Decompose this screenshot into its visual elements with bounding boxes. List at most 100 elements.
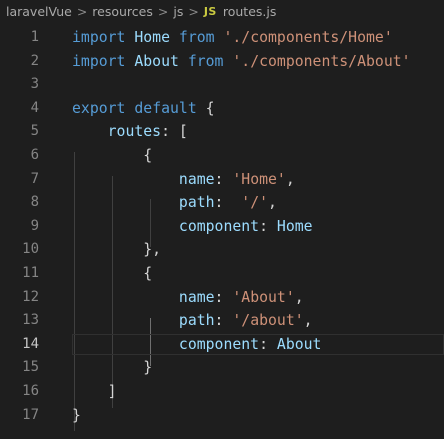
code-token: import: [72, 29, 126, 46]
code-token: {: [196, 99, 215, 117]
code-token: './components/About': [232, 52, 411, 70]
code-line[interactable]: 7 name: 'Home',: [0, 168, 444, 192]
code-token: path: [178, 312, 215, 330]
code-token: },: [72, 241, 162, 259]
chevron-right-icon: >: [157, 3, 169, 19]
code-line[interactable]: 11 {: [0, 262, 444, 286]
line-number: 10: [22, 241, 39, 258]
code-line[interactable]: 1 import Home from './components/Home': [0, 26, 444, 50]
code-line[interactable]: 6 {: [0, 144, 444, 168]
breadcrumb-item-file[interactable]: routes.js: [223, 4, 277, 19]
chevron-right-icon: >: [188, 3, 199, 19]
code-token: :: [259, 335, 277, 353]
code-line[interactable]: 10 },: [0, 238, 444, 262]
code-line-text[interactable]: },: [72, 238, 161, 262]
code-token: '/about': [232, 312, 304, 330]
code-line[interactable]: 16 ]: [0, 380, 444, 404]
code-line[interactable]: 3: [0, 73, 444, 97]
line-number: 12: [22, 288, 39, 305]
code-line-text[interactable]: name: 'Home',: [72, 168, 295, 192]
code-line[interactable]: 4 export default {: [0, 97, 444, 121]
breadcrumb-item-resources[interactable]: resources: [92, 4, 153, 19]
code-token: :: [214, 288, 233, 306]
code-token: {: [72, 264, 153, 282]
code-line-text[interactable]: {: [72, 262, 152, 286]
chevron-right-icon: >: [76, 3, 88, 19]
code-token: import: [72, 52, 126, 70]
line-number: 13: [22, 312, 39, 329]
line-number: 9: [30, 217, 39, 234]
line-number: 17: [22, 406, 39, 423]
code-token: :: [214, 312, 233, 330]
code-line-text[interactable]: routes: [: [72, 120, 188, 144]
code-line[interactable]: 5 routes: [: [0, 120, 444, 144]
code-line-text[interactable]: import Home from './components/Home': [72, 26, 393, 50]
line-number: 1: [30, 29, 39, 45]
code-line-text[interactable]: component: Home: [72, 215, 313, 239]
code-token: Home: [125, 29, 179, 46]
line-number: 7: [30, 170, 39, 187]
code-line-text[interactable]: import About from './components/About': [72, 50, 411, 74]
code-token: component: [178, 217, 260, 235]
breadcrumb-item-laravelvue[interactable]: laravelVue: [6, 4, 72, 19]
code-token: ]: [72, 382, 117, 400]
code-line-text[interactable]: }: [72, 356, 152, 380]
code-line-text[interactable]: component: About: [72, 333, 322, 357]
code-line-text[interactable]: name: 'About',: [72, 286, 304, 310]
code-line[interactable]: 9 component: Home: [0, 215, 444, 239]
breadcrumb-item-js[interactable]: js: [173, 4, 183, 19]
code-editor[interactable]: laravelVue > resources > js > JS routes.…: [0, 0, 444, 439]
code-line[interactable]: 15 }: [0, 356, 444, 380]
code-line[interactable]: 12 name: 'About',: [0, 286, 444, 310]
line-number: 15: [22, 359, 39, 376]
code-token: About: [125, 52, 188, 70]
code-line-text[interactable]: path: '/',: [72, 191, 277, 215]
code-token: component: [178, 335, 260, 353]
code-line-text[interactable]: ]: [72, 380, 117, 404]
code-line-text[interactable]: path: '/about',: [72, 309, 313, 333]
code-line[interactable]: 2 import About from './components/About': [0, 50, 444, 74]
code-area[interactable]: 1 import Home from './components/Home' 2 im…: [0, 26, 444, 431]
code-token: '/': [241, 194, 269, 212]
javascript-file-icon: JS: [203, 4, 217, 18]
code-token: ,: [268, 194, 277, 212]
line-number: 16: [22, 382, 39, 399]
breadcrumb: laravelVue > resources > js > JS routes.…: [0, 0, 444, 22]
code-line[interactable]: 13 path: '/about',: [0, 309, 444, 333]
code-token: About: [276, 335, 322, 353]
code-line[interactable]: 17}: [0, 404, 444, 428]
code-token: :: [214, 194, 242, 212]
code-token: }: [72, 359, 153, 377]
line-number: 14: [22, 335, 39, 352]
code-line[interactable]: 14 component: About: [0, 333, 444, 357]
line-number: 11: [22, 264, 39, 281]
line-number: 6: [30, 146, 39, 163]
line-number: 4: [30, 99, 39, 116]
code-token: ,: [294, 288, 304, 306]
code-line-text[interactable]: export default {: [72, 97, 215, 121]
code-token: name: [178, 288, 215, 306]
code-token: : [: [161, 123, 188, 141]
code-line-text[interactable]: }: [72, 404, 81, 428]
code-line[interactable]: 8 path: '/',: [0, 191, 444, 215]
code-token: 'Home': [232, 170, 286, 188]
code-token: './components/Home': [223, 29, 393, 46]
code-token: :: [214, 170, 233, 188]
code-token: default: [134, 99, 197, 117]
line-number: 8: [30, 194, 39, 211]
line-number: 3: [30, 76, 39, 93]
code-token: 'About': [232, 288, 295, 306]
code-line-text[interactable]: {: [72, 144, 152, 168]
code-token: routes: [107, 123, 162, 141]
code-token: from: [178, 29, 215, 46]
code-token: :: [259, 217, 277, 235]
code-token: {: [72, 146, 153, 164]
code-token: ,: [303, 312, 313, 330]
